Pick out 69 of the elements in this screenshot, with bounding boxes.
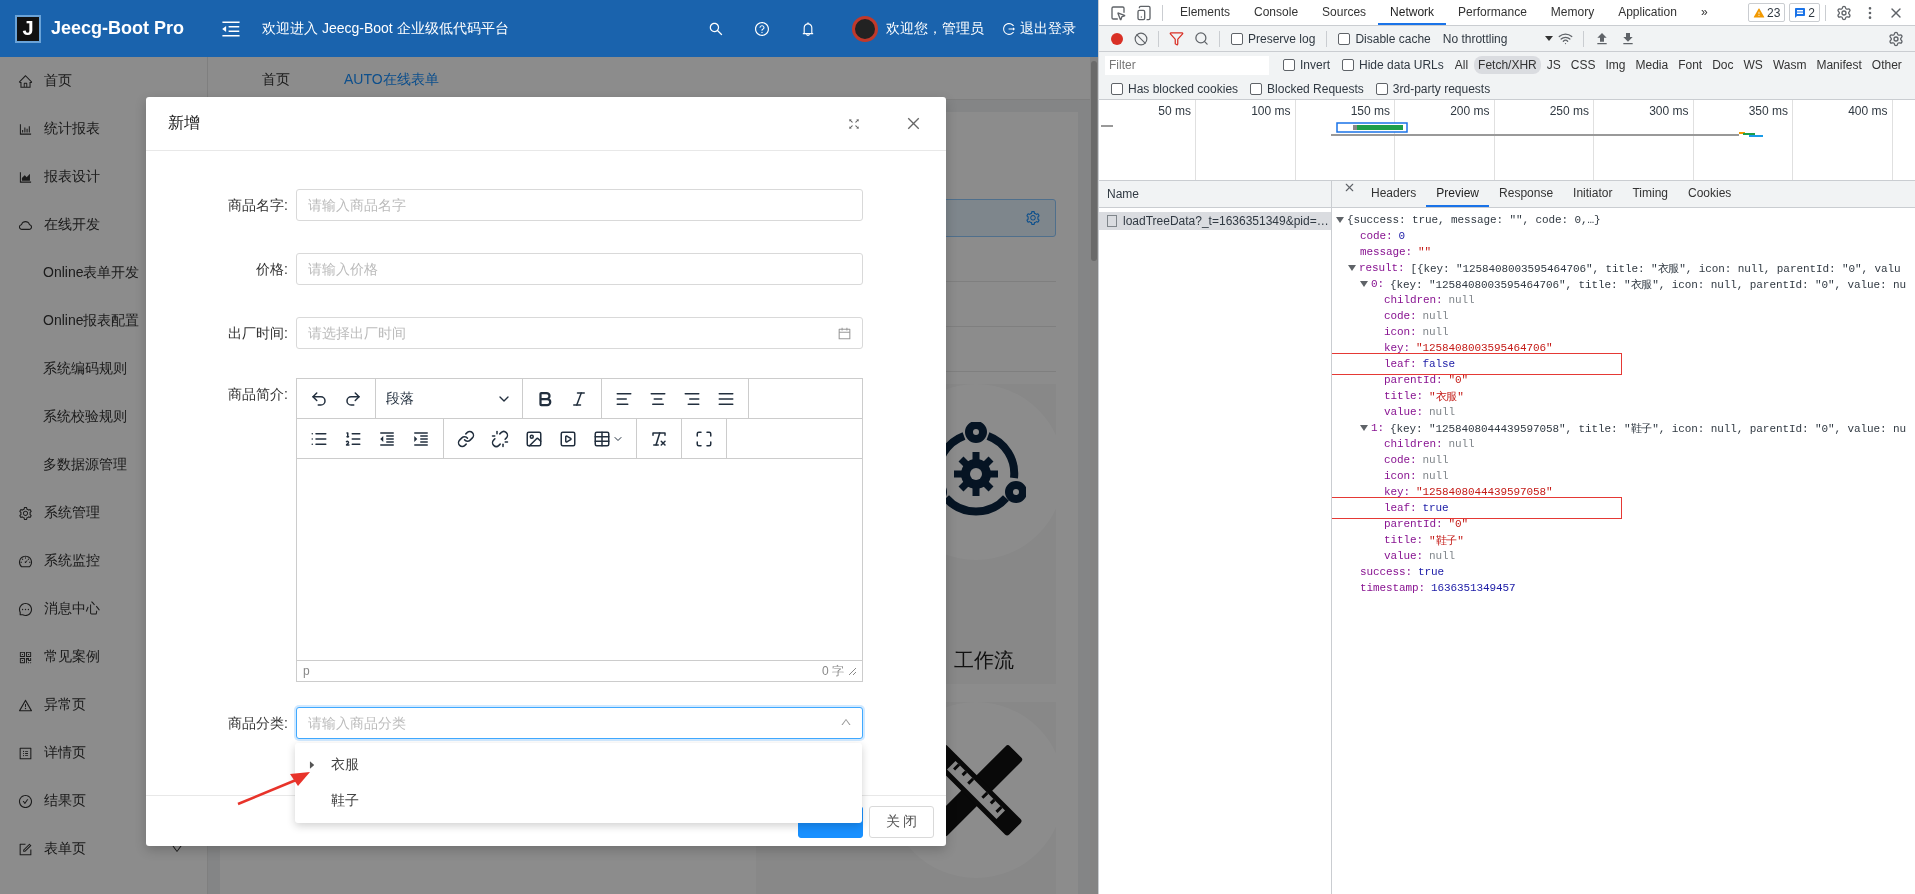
property-name: timestamp: (1360, 582, 1425, 594)
time-tick: 200 ms (1450, 104, 1490, 120)
property-name: value: (1384, 550, 1423, 562)
property-name: message: (1360, 246, 1412, 258)
property-value: null (1429, 406, 1456, 418)
field-label: 商品简介: (227, 385, 289, 404)
property-name: value: (1384, 406, 1423, 418)
property-name: icon: (1384, 470, 1417, 482)
property-name: code: (1384, 454, 1417, 466)
time-tick: 250 ms (1549, 104, 1589, 120)
property-name: key: (1384, 486, 1410, 498)
property-name: key: (1384, 342, 1410, 354)
column-header: Name (1107, 187, 1139, 201)
time-tick: 150 ms (1350, 104, 1390, 120)
time-tick: 100 ms (1251, 104, 1291, 120)
time-tick: 300 ms (1649, 104, 1689, 120)
time-tick: 400 ms (1848, 104, 1888, 120)
property-name: children: (1384, 438, 1443, 450)
user-greeting: 欢迎您，管理员 (886, 19, 984, 38)
property-value: null (1422, 326, 1449, 338)
property-value: null (1422, 454, 1449, 466)
field-label: 商品分类: (227, 714, 289, 733)
property-name: code: (1360, 230, 1393, 242)
property-value: "0" (1448, 374, 1469, 386)
property-name: parentId: (1384, 518, 1443, 530)
property-value: null (1422, 310, 1449, 322)
property-value: null (1448, 294, 1475, 306)
property-name: title: (1384, 390, 1423, 402)
property-value: 0 (1398, 230, 1406, 242)
time-tick: 50 ms (1158, 104, 1191, 120)
word-count: 0 字 (822, 662, 844, 680)
property-value: 1636351349457 (1431, 582, 1516, 594)
property-value: "" (1418, 246, 1432, 258)
time-tick: 350 ms (1748, 104, 1788, 120)
object-preview: [{key: "1258408003595464706", title: "衣服", icon: null, parentId: "0", valu (1410, 261, 1901, 276)
object-preview: {key: "1258408003595464706", title: "衣服", icon: null, parentId: "0", value: nu (1390, 277, 1906, 292)
property-name: result: (1359, 262, 1405, 274)
property-value: null (1429, 550, 1456, 562)
property-value: "衣服" (1429, 389, 1464, 404)
modal-title: 新增 (168, 113, 200, 133)
property-name: 1: (1371, 422, 1384, 434)
property-name: children: (1384, 294, 1443, 306)
object-preview: {success: true, message: "", code: 0,…} (1347, 214, 1601, 226)
logo: J (15, 14, 41, 43)
property-value: null (1448, 438, 1475, 450)
field-label: 价格: (255, 260, 289, 279)
tile-label: 工作流 (954, 648, 1014, 673)
property-name: success: (1360, 566, 1412, 578)
property-name: leaf: (1384, 502, 1417, 514)
property-name: icon: (1384, 326, 1417, 338)
object-preview: {key: "1258408044439597058", title: "鞋子", icon: null, parentId: "0", value: nu (1390, 421, 1906, 436)
property-name: title: (1384, 534, 1423, 546)
field-label: 出厂时间: (227, 324, 289, 343)
property-value: null (1422, 470, 1449, 482)
property-name: code: (1384, 310, 1417, 322)
element-path: p (303, 664, 310, 678)
property-value: true (1418, 566, 1445, 578)
property-name: parentId: (1384, 374, 1443, 386)
welcome-text: 欢迎进入 Jeecg-Boot 企业级低代码平台 (262, 19, 509, 38)
property-value: true (1422, 502, 1449, 514)
property-value: "1258408044439597058" (1416, 486, 1553, 498)
property-value: "鞋子" (1429, 533, 1464, 548)
brand-name: Jeecg-Boot Pro (51, 18, 185, 39)
property-value: false (1422, 358, 1456, 370)
property-value: "0" (1448, 518, 1469, 530)
field-label: 商品名字: (227, 196, 289, 215)
property-name: leaf: (1384, 358, 1417, 370)
property-name: 0: (1371, 278, 1384, 290)
property-value: "1258408003595464706" (1416, 342, 1553, 354)
